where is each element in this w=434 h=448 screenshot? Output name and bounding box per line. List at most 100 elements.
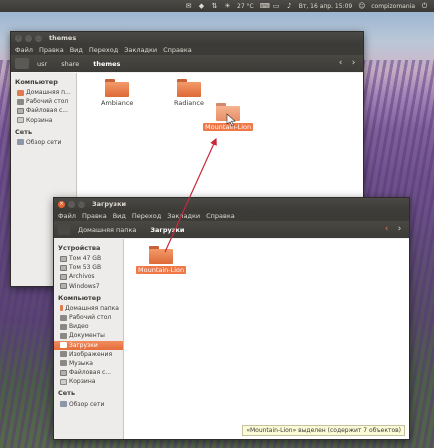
root-drive-icon[interactable] [15,58,29,69]
window-title: themes [49,34,77,42]
folder-item[interactable]: Ambiance [99,79,135,107]
user-icon[interactable]: ☺ [358,2,365,10]
sidebar-item-pictures[interactable]: Изображения [54,350,123,359]
drive-icon [60,264,67,271]
sidebar-item-trash[interactable]: Корзина [54,377,123,386]
top-panel: ✉ ◆ ⇅ ☀ 27 °C ⌨ ▭ ♪ Вт, 16 апр. 15:09 ☺ … [0,0,434,12]
network-icon[interactable]: ⇅ [211,2,218,10]
back-icon[interactable]: ‹ [381,224,392,235]
menu-help[interactable]: Справка [163,46,192,54]
forward-icon[interactable]: › [394,224,405,235]
breadcrumb-themes[interactable]: themes [87,57,126,71]
maximize-icon[interactable]: □ [35,34,42,42]
sidebar-item-home[interactable]: Домашняя п... [11,88,76,97]
menu-go[interactable]: Переход [132,212,161,220]
weather-icon[interactable]: ☀ [224,2,231,10]
folder-item-selected[interactable]: Mountain-Lion [136,246,187,274]
maximize-icon[interactable]: □ [78,200,85,208]
window-titlebar[interactable]: × – □ themes [11,32,363,44]
sidebar-item-volume-53[interactable]: Том 53 GB [54,263,123,272]
sidebar-item-home[interactable]: Домашняя папка [54,304,123,313]
back-icon[interactable]: ‹ [335,58,346,69]
video-icon [60,323,67,330]
sidebar-header-computer: Компьютер [15,78,58,86]
breadcrumb-share[interactable]: share [55,57,85,71]
prev-location-icon[interactable] [58,224,70,235]
trash-icon [60,378,67,385]
menu-go[interactable]: Переход [89,46,118,54]
file-manager-window-downloads: × – □ Загрузки Файл Правка Вид Переход З… [53,197,410,440]
desktop-icon [60,314,67,321]
sidebar-item-desktop[interactable]: Рабочий стол [54,313,123,322]
sidebar-item-filesystem[interactable]: Файловая с... [54,368,123,377]
pictures-icon [60,351,67,358]
file-view[interactable]: Mountain-Lion «Mountain-Lion» выделен (с… [124,239,409,439]
breadcrumb-downloads[interactable]: Загрузки [144,223,190,237]
folder-icon [176,79,201,97]
menu-bookmarks[interactable]: Закладки [124,46,157,54]
sidebar-item-windows7[interactable]: Windows7 [54,282,123,291]
sidebar-header-network: Сеть [15,127,33,136]
breadcrumb-home[interactable]: Домашняя папка [72,223,142,237]
battery-icon[interactable]: ▭ [273,2,280,10]
sidebar-item-volume-47[interactable]: Том 47 GB [54,254,123,263]
temperature-label[interactable]: 27 °C [237,3,254,10]
drive-icon [60,273,67,280]
sidebar-item-downloads[interactable]: Загрузки [54,340,123,350]
sidebar-item-browse-network[interactable]: Обзор сети [11,138,76,147]
folder-item[interactable]: Radiance [172,79,206,107]
download-icon [60,342,67,349]
datetime-label[interactable]: Вт, 16 апр. 15:09 [299,3,352,10]
menu-bookmarks[interactable]: Закладки [167,212,200,220]
sidebar-item-trash[interactable]: Корзина [11,116,76,125]
status-bar: «Mountain-Lion» выделен (содержит 7 объе… [242,425,405,436]
sidebar-header-computer: Компьютер [58,293,101,302]
sidebar-item-browse-network[interactable]: Обзор сети [54,399,123,408]
menu-view[interactable]: Вид [113,212,126,220]
keyboard-icon[interactable]: ⌨ [260,2,270,10]
sidebar-item-videos[interactable]: Видео [54,322,123,331]
window-title: Загрузки [92,200,127,208]
username-label[interactable]: compizomania [371,3,415,10]
trash-icon [17,117,24,124]
music-icon [60,360,67,367]
sidebar-item-filesystem[interactable]: Файловая с... [11,106,76,115]
window-titlebar[interactable]: × – □ Загрузки [54,198,409,210]
drive-icon [60,255,67,262]
mail-icon[interactable]: ✉ [185,2,192,10]
forward-icon[interactable]: › [348,58,359,69]
menu-file[interactable]: Файл [58,212,76,220]
folder-icon [105,79,130,97]
minimize-icon[interactable]: – [25,34,32,42]
minimize-icon[interactable]: – [68,200,75,208]
window-body: Устройства Том 47 GB Том 53 GB Archivos … [54,239,409,439]
close-icon[interactable]: × [15,34,22,42]
menu-help[interactable]: Справка [206,212,235,220]
menu-edit[interactable]: Правка [39,46,64,54]
sidebar-item-archivos[interactable]: Archivos [54,272,123,281]
desktop-icon [17,98,24,105]
drive-icon [17,107,24,114]
folder-icon [149,246,174,264]
menu-file[interactable]: Файл [15,46,33,54]
volume-icon[interactable]: ♪ [286,2,293,10]
menu-view[interactable]: Вид [70,46,83,54]
breadcrumb-usr[interactable]: usr [31,57,53,71]
sidebar-header-devices: Устройства [58,244,101,252]
folder-item-selected[interactable]: Mountain-Lion [203,103,254,131]
menu-edit[interactable]: Правка [82,212,107,220]
location-toolbar: Домашняя папка Загрузки ‹ › [54,221,409,238]
network-icon [60,401,67,408]
drive-icon [60,283,67,290]
network-icon [17,139,24,146]
sidebar-item-music[interactable]: Музыка [54,359,123,368]
dropbox-icon[interactable]: ◆ [198,2,205,10]
location-toolbar: usr share themes ‹ › [11,55,363,72]
power-icon[interactable]: ⏻ [421,2,428,10]
menu-bar: Файл Правка Вид Переход Закладки Справка [54,210,409,221]
menu-bar: Файл Правка Вид Переход Закладки Справка [11,44,363,55]
sidebar-item-desktop[interactable]: Рабочий стол [11,97,76,106]
close-icon[interactable]: × [58,200,65,208]
sidebar-item-documents[interactable]: Документы [54,331,123,340]
folder-icon [216,103,241,121]
